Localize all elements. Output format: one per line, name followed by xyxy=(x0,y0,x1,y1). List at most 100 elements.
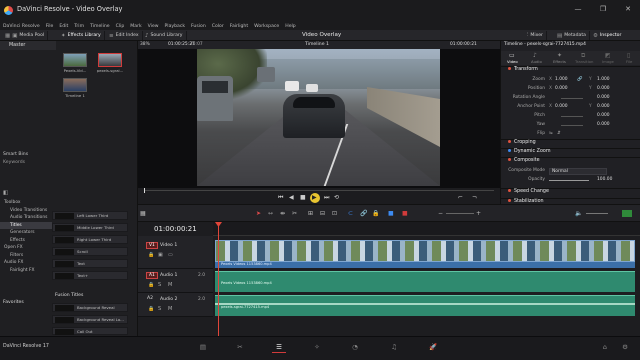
mute-icon[interactable]: M xyxy=(168,306,172,312)
blade-tool-icon[interactable]: ✂ xyxy=(292,210,297,217)
overwrite-clip-icon[interactable]: ⊟ xyxy=(320,210,325,217)
home-icon[interactable]: ⌂ xyxy=(598,343,612,353)
media-page-icon[interactable]: ▤ xyxy=(196,343,210,353)
title-item[interactable]: Text+ xyxy=(52,271,128,280)
loop-icon[interactable]: ⟲ xyxy=(334,194,339,201)
position-y-field[interactable]: 0.000 xyxy=(597,86,610,91)
clip-thumbnail[interactable] xyxy=(63,53,87,67)
menu-view[interactable]: View xyxy=(148,24,159,29)
yaw-slider[interactable] xyxy=(561,125,583,126)
edit-page-icon[interactable]: ☰ xyxy=(272,343,286,353)
play-icon[interactable]: ▶ xyxy=(312,194,317,201)
enable-dot[interactable] xyxy=(508,67,511,70)
edit-index-button[interactable]: ≡ Edit Index xyxy=(106,31,143,40)
tree-generators[interactable]: Generators xyxy=(0,229,52,237)
zoom-y-field[interactable]: 1.000 xyxy=(597,77,610,82)
selection-tool-icon[interactable]: ➤ xyxy=(256,210,261,217)
menu-clip[interactable]: Clip xyxy=(116,24,125,29)
menu-mark[interactable]: Mark xyxy=(130,24,141,29)
in-point-icon[interactable]: ⌐ xyxy=(458,194,463,201)
yaw-field[interactable]: 0.000 xyxy=(597,122,610,127)
speed-change-section[interactable]: Speed Change xyxy=(501,188,640,197)
lock-icon[interactable]: 🔒 xyxy=(148,306,154,312)
title-item[interactable]: Left Lower Third xyxy=(52,211,128,220)
fusion-title-item[interactable]: Background Reveal Lo... xyxy=(52,315,128,324)
zoom-in-icon[interactable]: + xyxy=(476,210,481,217)
pitch-field[interactable]: 0.000 xyxy=(597,113,610,118)
zoom-x-field[interactable]: 1.000 xyxy=(555,77,568,82)
lock-icon[interactable]: 🔒 xyxy=(148,282,154,288)
zoom-slider[interactable] xyxy=(446,213,474,214)
menu-timeline[interactable]: Timeline xyxy=(90,24,110,29)
playhead[interactable] xyxy=(218,222,219,336)
cropping-section[interactable]: Cropping xyxy=(501,139,640,148)
opacity-slider[interactable] xyxy=(549,180,589,181)
lock-icon[interactable]: 🔒 xyxy=(148,252,154,258)
tree-video-transitions[interactable]: Video Transitions xyxy=(0,207,52,215)
metadata-button[interactable]: ▤ Metadata xyxy=(554,31,590,40)
title-item[interactable]: Middle Lower Third xyxy=(52,223,128,232)
flag-icon[interactable]: ■ xyxy=(388,210,394,217)
visibility-icon[interactable]: ▭ xyxy=(168,252,173,258)
menu-edit[interactable]: Edit xyxy=(59,24,68,29)
stop-icon[interactable]: ■ xyxy=(300,194,306,201)
enable-dot[interactable] xyxy=(508,140,511,143)
volume-icon[interactable]: 🔈 xyxy=(575,210,582,217)
pitch-slider[interactable] xyxy=(561,116,583,117)
tree-open-fx[interactable]: Open FX xyxy=(0,244,52,252)
sidebar-toggle-icon[interactable]: ◧ xyxy=(3,190,8,196)
settings-icon[interactable]: ⚙ xyxy=(618,343,632,353)
timeline-ruler[interactable] xyxy=(213,222,640,236)
timeline-view-icon[interactable]: ▦ xyxy=(140,210,146,217)
dynamic-trim-icon[interactable]: ⇹ xyxy=(280,210,285,217)
video-clip-thumbnails[interactable] xyxy=(215,240,635,262)
jump-start-icon[interactable]: ⏮ xyxy=(278,194,283,202)
zoom-out-icon[interactable]: − xyxy=(438,210,443,217)
enable-dot[interactable] xyxy=(508,158,511,161)
menu-fusion[interactable]: Fusion xyxy=(191,24,206,29)
composite-section[interactable]: Composite xyxy=(501,157,640,166)
clip-thumbnail-selected[interactable] xyxy=(98,53,122,67)
menu-help[interactable]: Help xyxy=(285,24,295,29)
cut-page-icon[interactable]: ✂ xyxy=(233,343,247,353)
scrubber-handle[interactable] xyxy=(144,188,145,193)
menu-playback[interactable]: Playback xyxy=(165,24,186,29)
maximize-button[interactable]: ❐ xyxy=(597,5,609,13)
video-clip-overlay[interactable]: Pexels Videos 1153860.mp4 xyxy=(215,262,635,268)
timeline-viewer[interactable] xyxy=(138,49,500,188)
opacity-field[interactable]: 100.00 xyxy=(597,177,612,182)
inspector-button[interactable]: ⚙ Inspector xyxy=(590,31,624,40)
track-tag-v1[interactable]: V1 xyxy=(146,242,158,249)
transform-section[interactable]: Transform xyxy=(501,66,640,75)
position-lock-icon[interactable]: 🔒 xyxy=(372,210,379,217)
enable-dot[interactable] xyxy=(508,189,511,192)
enable-dot[interactable] xyxy=(508,149,511,152)
volume-slider[interactable] xyxy=(586,213,608,214)
menu-trim[interactable]: Trim xyxy=(74,24,84,29)
tree-filters[interactable]: Filters xyxy=(0,252,52,260)
sound-library-button[interactable]: ♪ Sound Library xyxy=(142,31,187,40)
tab-video[interactable]: Video xyxy=(507,59,518,64)
out-point-icon[interactable]: ¬ xyxy=(472,194,477,201)
fusion-page-icon[interactable]: ✧ xyxy=(310,343,324,353)
reverse-play-icon[interactable]: ◀ xyxy=(289,194,294,201)
composite-mode-select[interactable]: Normal xyxy=(549,168,607,175)
media-pool-button[interactable]: ▦ ▣ Media Pool xyxy=(2,31,49,40)
anchor-x-field[interactable]: 0.000 xyxy=(555,104,568,109)
audio2-clip[interactable]: pexels-sgrai-7727415.mp4 xyxy=(215,295,635,316)
tree-toolbox[interactable]: Toolbox xyxy=(0,199,52,207)
track-tag-a1[interactable]: A1 xyxy=(146,272,158,279)
deliver-page-icon[interactable]: 🚀 xyxy=(426,343,440,353)
rotation-slider[interactable] xyxy=(561,98,583,99)
tree-titles[interactable]: Titles xyxy=(0,221,52,229)
tab-audio[interactable]: Audio xyxy=(531,59,542,64)
solo-icon[interactable]: S xyxy=(158,306,161,312)
fusion-title-item[interactable]: Call Out xyxy=(52,327,128,335)
menu-workspace[interactable]: Workspace xyxy=(254,24,279,29)
mute-icon[interactable]: M xyxy=(168,282,172,288)
enable-dot[interactable] xyxy=(508,199,511,202)
zoom-level[interactable]: 38% xyxy=(140,42,150,47)
link-icon[interactable]: 🔗 xyxy=(577,77,582,82)
title-item[interactable]: Right Lower Third xyxy=(52,235,128,244)
jump-end-icon[interactable]: ⏭ xyxy=(324,194,329,202)
